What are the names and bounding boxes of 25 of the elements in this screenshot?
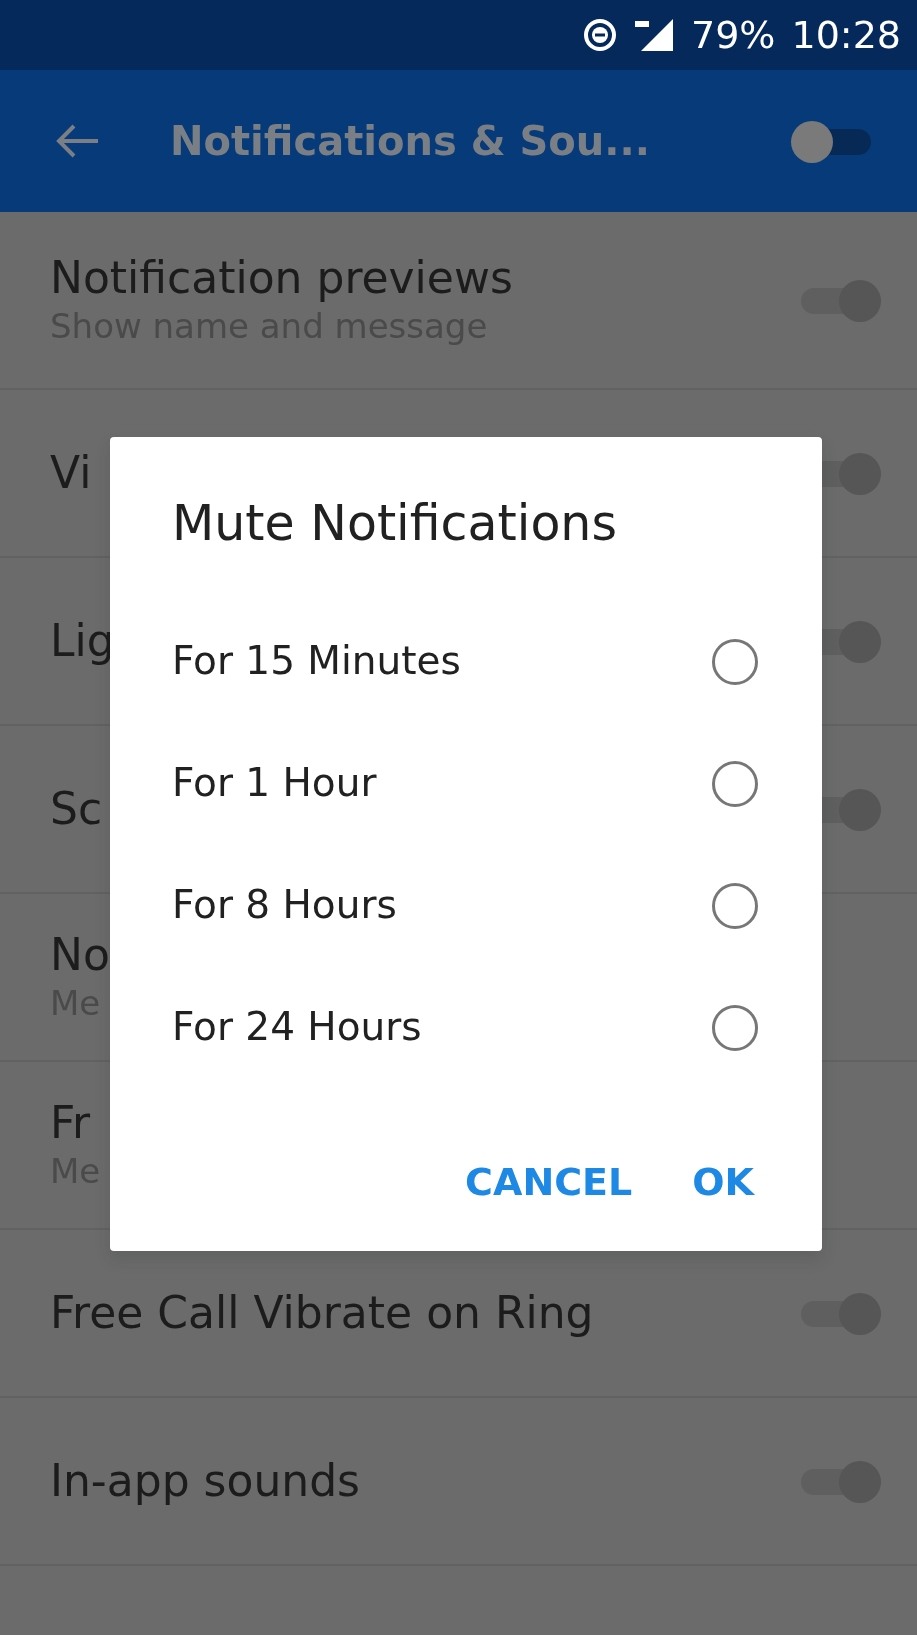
setting-title: Free Call Vibrate on Ring — [50, 1286, 594, 1340]
back-arrow-icon[interactable] — [56, 123, 100, 159]
radio-button[interactable] — [712, 638, 758, 685]
setting-title: Fr — [50, 1096, 91, 1150]
dialog-title: Mute Notifications — [172, 494, 618, 554]
setting-title: Notification previews — [50, 251, 513, 305]
setting-title: Lig — [50, 614, 115, 668]
setting-title: Sc — [50, 782, 103, 836]
clock-time: 10:28 — [791, 11, 901, 59]
battery-percent: 79% — [691, 11, 776, 59]
setting-title: Vi — [50, 446, 92, 500]
setting-title: No — [50, 928, 110, 982]
cancel-button[interactable]: CANCEL — [459, 1144, 639, 1221]
radio-button[interactable] — [712, 882, 758, 929]
mute-option[interactable]: For 15 Minutes — [172, 600, 760, 723]
signal-icon — [633, 17, 675, 53]
mute-option[interactable]: For 8 Hours — [172, 844, 760, 967]
ok-button[interactable]: OK — [686, 1144, 760, 1221]
screen-title: Notifications & Sou... — [170, 117, 650, 166]
do-not-disturb-icon — [583, 18, 617, 52]
radio-button[interactable] — [712, 1004, 758, 1051]
mute-option[interactable]: For 1 Hour — [172, 722, 760, 845]
mute-option[interactable]: For 24 Hours — [172, 966, 760, 1089]
radio-button[interactable] — [712, 760, 758, 807]
setting-title: In-app sounds — [50, 1454, 361, 1508]
